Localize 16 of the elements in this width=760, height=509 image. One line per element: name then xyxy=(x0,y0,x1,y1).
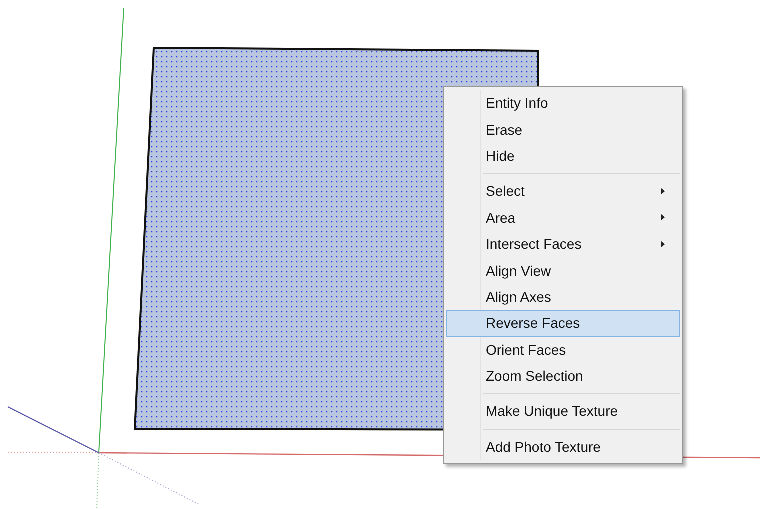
menu-item[interactable]: Area xyxy=(446,204,680,231)
menu-item[interactable]: Hide xyxy=(446,142,680,170)
menu-item[interactable]: Orient Faces xyxy=(446,336,680,363)
menu-item[interactable]: Reverse Faces xyxy=(446,310,680,337)
menu-item[interactable]: Select xyxy=(446,178,680,205)
menu-item[interactable]: Intersect Faces xyxy=(446,230,680,258)
menu-item[interactable]: Make Unique Texture xyxy=(446,398,680,425)
menu-item[interactable]: Align Axes xyxy=(446,284,680,310)
menu-item[interactable]: Entity Info xyxy=(446,90,680,116)
submenu-arrow-icon xyxy=(661,240,665,248)
submenu-arrow-icon xyxy=(661,214,665,222)
menu-item[interactable]: Zoom Selection xyxy=(446,362,680,390)
submenu-arrow-icon xyxy=(661,188,665,195)
menu-item[interactable]: Add Photo Texture xyxy=(446,434,680,460)
menu-item[interactable]: Align View xyxy=(446,257,680,284)
menu-item[interactable]: Erase xyxy=(446,116,680,143)
